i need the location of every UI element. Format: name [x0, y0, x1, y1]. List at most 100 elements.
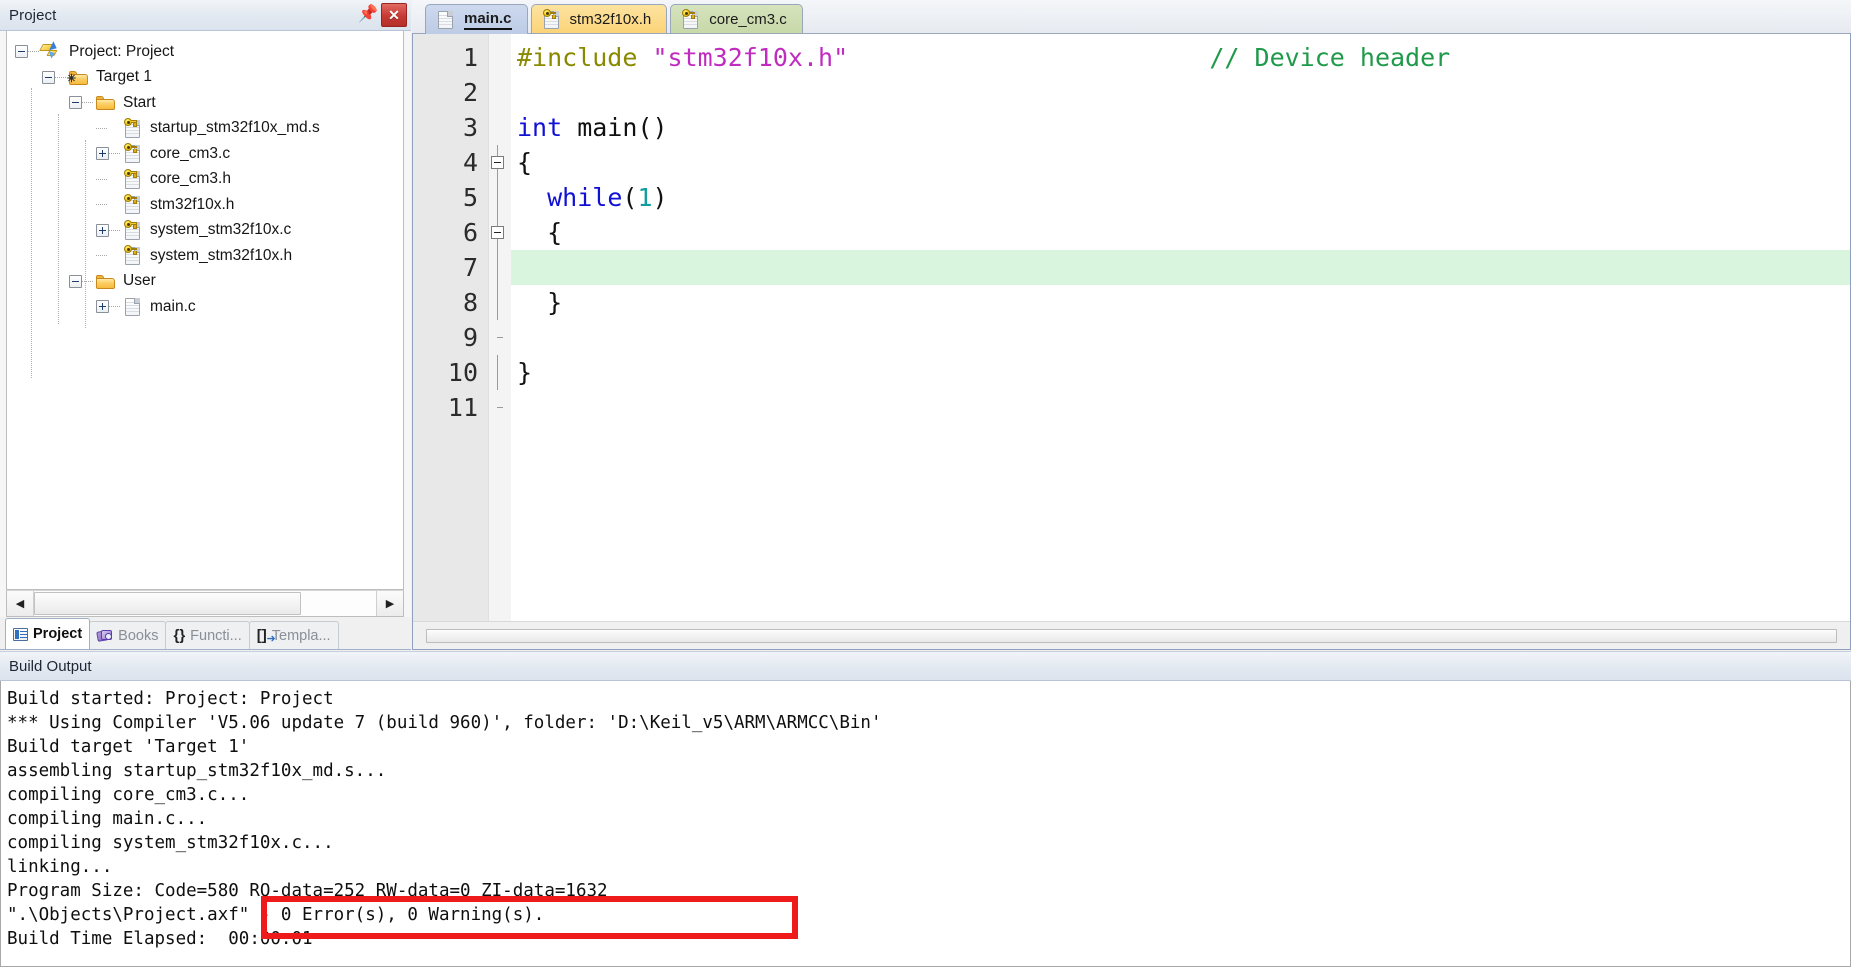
code-line[interactable]: #include "stm32f10x.h" // Device header — [511, 40, 1850, 75]
tree-connector — [109, 306, 120, 308]
tree-item[interactable]: system_stm32f10x.h — [7, 243, 403, 269]
keil-uvision-window: Project 📌 ✕ Project: Project ✳ Target 1 Sta… — [0, 0, 1851, 967]
build-output-caption: Build Output — [0, 651, 1851, 681]
code-line[interactable] — [511, 390, 1850, 425]
tree-item[interactable]: Start — [7, 90, 403, 116]
tree-item[interactable]: core_cm3.c — [7, 141, 403, 167]
editor-body: 1 2 3 4 5 6 7 8 9 10 11 #include "stm32f10x.h" // … — [412, 34, 1851, 650]
editor-scroll-thumb[interactable] — [426, 628, 1837, 643]
tree-item[interactable]: main.c — [7, 294, 403, 320]
close-icon[interactable]: ✕ — [381, 3, 407, 27]
editor-tab-main-c[interactable]: main.c — [425, 4, 528, 34]
tree-guide-line — [31, 88, 32, 378]
collapse-icon[interactable] — [42, 70, 55, 84]
source-file-icon — [122, 219, 144, 240]
build-output-line: Build target 'Target 1' — [7, 737, 250, 757]
tree-connector — [55, 76, 66, 78]
panel-tab-project[interactable]: Project — [5, 618, 91, 649]
code-line[interactable]: { — [511, 215, 1850, 250]
fold-row — [489, 320, 511, 355]
build-output-log[interactable]: Build started: Project: Project *** Using… — [0, 681, 1851, 967]
build-output-line: *** Using Compiler 'V5.06 update 7 (buil… — [7, 713, 882, 733]
code-token: while — [547, 183, 623, 212]
code-token: { — [517, 218, 563, 247]
editor-scroll-track[interactable] — [416, 626, 1847, 645]
scroll-right-arrow-icon[interactable]: ▶ — [376, 591, 403, 616]
fold-row — [489, 180, 511, 215]
editor-hscrollbar[interactable] — [413, 621, 1850, 649]
editor-tab-label: main.c — [464, 10, 512, 30]
code-folding-column[interactable] — [489, 34, 511, 621]
target-folder-icon: ✳ — [67, 68, 90, 87]
line-number: 11 — [447, 393, 478, 422]
panel-tab-label: Project — [33, 626, 83, 642]
project-panel: Project 📌 ✕ Project: Project ✳ Target 1 Sta… — [0, 0, 411, 650]
code-line[interactable]: } — [511, 355, 1850, 390]
project-tree-container[interactable]: Project: Project ✳ Target 1 Start startup_st… — [6, 31, 404, 590]
tab-icon-wrap — [13, 627, 28, 641]
build-output-title: Build Output — [9, 657, 92, 675]
expand-icon[interactable] — [96, 223, 109, 237]
build-output-line: ".\Objects\Project.axf" - 0 Error(s), 0 … — [7, 905, 545, 925]
project-tree-hscrollbar[interactable]: ◀ ▶ — [6, 590, 404, 617]
code-line-current[interactable] — [511, 250, 1850, 285]
fold-row[interactable] — [489, 215, 511, 250]
project-panel-tabs: Project Books {} Functi... []Templa... — [0, 617, 411, 650]
tree-connector — [96, 204, 107, 206]
tree-item-label: User — [123, 272, 156, 290]
folder-icon — [95, 272, 117, 291]
code-line[interactable]: while(1) — [511, 180, 1850, 215]
editor-tab-core_cm3-c[interactable]: core_cm3.c — [670, 4, 803, 34]
tree-item[interactable]: stm32f10x.h — [7, 192, 403, 218]
editor-tab-label: stm32f10x.h — [569, 11, 652, 28]
collapse-icon[interactable] — [15, 45, 28, 59]
project-small-icon — [13, 627, 28, 641]
tree-item[interactable]: User — [7, 269, 403, 295]
editor-scroll-region[interactable]: 1 2 3 4 5 6 7 8 9 10 11 #include "stm32f10x.h" // … — [413, 34, 1850, 621]
fold-toggle-icon[interactable] — [491, 226, 504, 239]
plain-file-icon — [122, 297, 144, 317]
project-tree: Project: Project ✳ Target 1 Start startup_st… — [7, 31, 403, 378]
fold-row — [489, 110, 511, 145]
tree-item[interactable]: Project: Project — [7, 39, 403, 65]
fold-row[interactable] — [489, 145, 511, 180]
fold-row — [489, 355, 511, 390]
tree-item[interactable]: system_stm32f10x.c — [7, 218, 403, 244]
code-line[interactable]: } — [511, 285, 1850, 320]
fold-end-marker — [497, 337, 503, 338]
tree-item[interactable]: ✳ Target 1 — [7, 65, 403, 91]
editor-tab-stm32f10x-h[interactable]: stm32f10x.h — [530, 4, 668, 34]
tree-item[interactable]: core_cm3.h — [7, 167, 403, 193]
line-number: 5 — [462, 183, 478, 212]
tree-connector — [96, 178, 107, 180]
code-text-area[interactable]: #include "stm32f10x.h" // Device header i… — [511, 34, 1850, 621]
code-line[interactable]: int main() — [511, 110, 1850, 145]
line-number: 10 — [447, 358, 478, 387]
build-output-line: compiling system_stm32f10x.c... — [7, 833, 334, 853]
editor-tab-label: core_cm3.c — [709, 11, 787, 28]
build-output-line: linking... — [7, 857, 113, 877]
panel-tab-templa[interactable]: []Templa... — [248, 621, 339, 649]
code-line[interactable]: { — [511, 145, 1850, 180]
scroll-left-arrow-icon[interactable]: ◀ — [7, 591, 34, 616]
code-line[interactable] — [511, 75, 1850, 110]
expand-icon[interactable] — [96, 300, 109, 314]
collapse-icon[interactable] — [69, 96, 82, 110]
scroll-thumb[interactable] — [34, 592, 301, 615]
panel-tab-functi[interactable]: {} Functi... — [165, 621, 250, 649]
scroll-track[interactable] — [34, 591, 376, 616]
fold-row — [489, 40, 511, 75]
expand-icon[interactable] — [96, 147, 109, 161]
build-output-line: Build started: Project: Project — [7, 689, 334, 709]
panel-tab-books[interactable]: Books — [89, 621, 167, 649]
tree-item[interactable]: startup_stm32f10x_md.s — [7, 116, 403, 142]
tree-item-label: core_cm3.h — [150, 170, 231, 188]
tree-item-label: core_cm3.c — [150, 144, 231, 162]
fold-row — [489, 285, 511, 320]
templates-icon: [] — [257, 628, 276, 645]
fold-guide — [497, 180, 498, 215]
fold-toggle-icon[interactable] — [491, 156, 504, 169]
code-line[interactable] — [511, 320, 1850, 355]
collapse-icon[interactable] — [69, 274, 82, 288]
pin-icon[interactable]: 📌 — [355, 3, 381, 27]
